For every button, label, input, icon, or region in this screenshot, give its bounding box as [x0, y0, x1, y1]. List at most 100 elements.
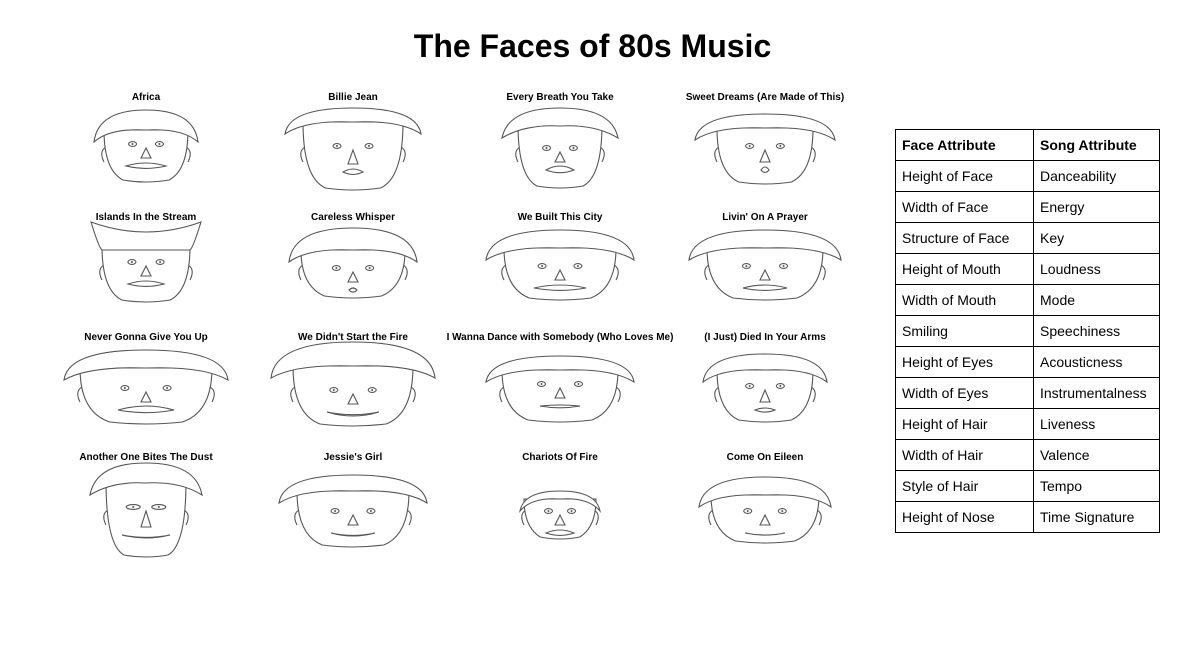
- face-outline: [292, 365, 414, 427]
- legend-song-attribute: Danceability: [1033, 160, 1160, 192]
- chernoff-face: Come On Eileen: [698, 452, 832, 544]
- face-label: We Built This City: [518, 212, 603, 223]
- face-outline: [300, 249, 406, 299]
- chernoff-face: (I Just) Died In Your Arms: [702, 332, 828, 423]
- face-pupil: [334, 510, 337, 512]
- face-label: Livin' On A Prayer: [722, 212, 808, 223]
- face-pupil: [576, 265, 579, 267]
- face-outline: [296, 490, 410, 548]
- face-hair: [90, 221, 202, 251]
- legend-song-attribute: Key: [1033, 222, 1160, 254]
- face-pupil: [371, 389, 374, 391]
- face-outline: [302, 121, 404, 191]
- legend-face-attribute: Height of Eyes: [895, 346, 1034, 378]
- legend-row: Height of Eyes Acousticness: [895, 346, 1160, 378]
- legend-face-attribute: Width of Face: [895, 191, 1034, 223]
- face-pupil: [779, 385, 782, 387]
- legend-header-song: Song Attribute: [1033, 129, 1160, 161]
- face-pupil: [547, 510, 550, 512]
- face-pupil: [746, 510, 749, 512]
- legend-song-attribute: Energy: [1033, 191, 1160, 223]
- legend-song-attribute: Liveness: [1033, 408, 1160, 440]
- face-outline: [716, 369, 814, 423]
- legend-row: Height of Hair Liveness: [895, 408, 1160, 440]
- legend-row: Width of Eyes Instrumentalness: [895, 377, 1160, 409]
- face-pupil: [368, 267, 371, 269]
- chernoff-face: Islands In the Stream: [90, 212, 202, 303]
- chernoff-face: Every Breath You Take: [501, 92, 619, 189]
- face-outline: [101, 245, 191, 303]
- chernoff-face: Sweet Dreams (Are Made of This): [686, 92, 844, 185]
- legend-row: Width of Mouth Mode: [895, 284, 1160, 316]
- legend-song-attribute: Time Signature: [1033, 501, 1160, 533]
- face-label: Another One Bites The Dust: [79, 452, 213, 463]
- legend-song-attribute: Speechiness: [1033, 315, 1160, 347]
- face-outline: [716, 127, 814, 185]
- legend-face-attribute: Height of Face: [895, 160, 1034, 192]
- chernoff-face: Jessie's Girl: [278, 452, 428, 548]
- face-label: Careless Whisper: [311, 212, 395, 223]
- legend-row: Smiling Speechiness: [895, 315, 1160, 347]
- chernoff-face: Careless Whisper: [288, 212, 418, 299]
- face-label: Chariots Of Fire: [522, 452, 598, 463]
- face-pupil: [545, 147, 548, 149]
- face-pupil: [540, 383, 543, 385]
- face-pupil: [335, 267, 338, 269]
- face-outline: [517, 123, 603, 189]
- face-pupil: [336, 145, 338, 147]
- face-label: I Wanna Dance with Somebody (Who Loves M…: [447, 332, 674, 343]
- chernoff-face: Africa: [93, 92, 199, 183]
- faces-grid: Africa Billie Jean Every Breath You Take Sw…: [63, 92, 844, 558]
- legend-face-attribute: Height of Hair: [895, 408, 1034, 440]
- legend-song-attribute: Tempo: [1033, 470, 1160, 502]
- face-pupil: [159, 261, 162, 263]
- face-pupil: [166, 387, 169, 389]
- face-label: Jessie's Girl: [324, 452, 383, 463]
- legend-face-attribute: Width of Hair: [895, 439, 1034, 471]
- face-label: (I Just) Died In Your Arms: [704, 332, 826, 343]
- legend-face-attribute: Height of Mouth: [895, 253, 1034, 285]
- face-outline: [79, 367, 213, 425]
- face-pupil: [748, 385, 751, 387]
- legend-table: Face Attribute Song Attribute Height of …: [895, 129, 1160, 533]
- legend-song-attribute: Valence: [1033, 439, 1160, 471]
- chernoff-face: We Didn't Start the Fire: [270, 332, 436, 427]
- face-outline: [501, 369, 619, 423]
- legend-face-attribute: Structure of Face: [895, 222, 1034, 254]
- face-pupil: [332, 389, 335, 391]
- legend-face-attribute: Smiling: [895, 315, 1034, 347]
- face-pupil: [748, 145, 751, 147]
- face-pupil: [541, 265, 544, 267]
- face-pupil: [782, 265, 785, 267]
- face-label: We Didn't Start the Fire: [298, 332, 408, 343]
- legend-row: Height of Nose Time Signature: [895, 501, 1160, 533]
- face-outline: [706, 247, 824, 301]
- face-pupil: [570, 510, 573, 512]
- legend-song-attribute: Instrumentalness: [1033, 377, 1160, 409]
- legend-row: Style of Hair Tempo: [895, 470, 1160, 502]
- chernoff-face: Another One Bites The Dust: [79, 452, 213, 558]
- chernoff-face: I Wanna Dance with Somebody (Who Loves M…: [447, 332, 674, 423]
- chernoff-face: We Built This City: [485, 212, 635, 301]
- face-pupil: [158, 143, 161, 145]
- face-pupil: [157, 506, 160, 508]
- face-pupil: [577, 383, 580, 385]
- legend-face-attribute: Width of Eyes: [895, 377, 1034, 409]
- face-pupil: [130, 261, 133, 263]
- chernoff-face: Billie Jean: [284, 92, 422, 191]
- face-label: Never Gonna Give You Up: [84, 332, 208, 343]
- face-pupil: [781, 510, 784, 512]
- face-pupil: [572, 147, 575, 149]
- face-outline: [103, 129, 189, 183]
- legend-song-attribute: Mode: [1033, 284, 1160, 316]
- face-pupil: [369, 510, 372, 512]
- face-outline: [105, 480, 187, 558]
- face-outline: [503, 247, 617, 301]
- face-pupil: [779, 145, 782, 147]
- legend-face-attribute: Height of Nose: [895, 501, 1034, 533]
- legend-face-attribute: Style of Hair: [895, 470, 1034, 502]
- legend-song-attribute: Loudness: [1033, 253, 1160, 285]
- legend-song-attribute: Acousticness: [1033, 346, 1160, 378]
- chernoff-face: Livin' On A Prayer: [688, 212, 842, 301]
- face-pupil: [131, 143, 134, 145]
